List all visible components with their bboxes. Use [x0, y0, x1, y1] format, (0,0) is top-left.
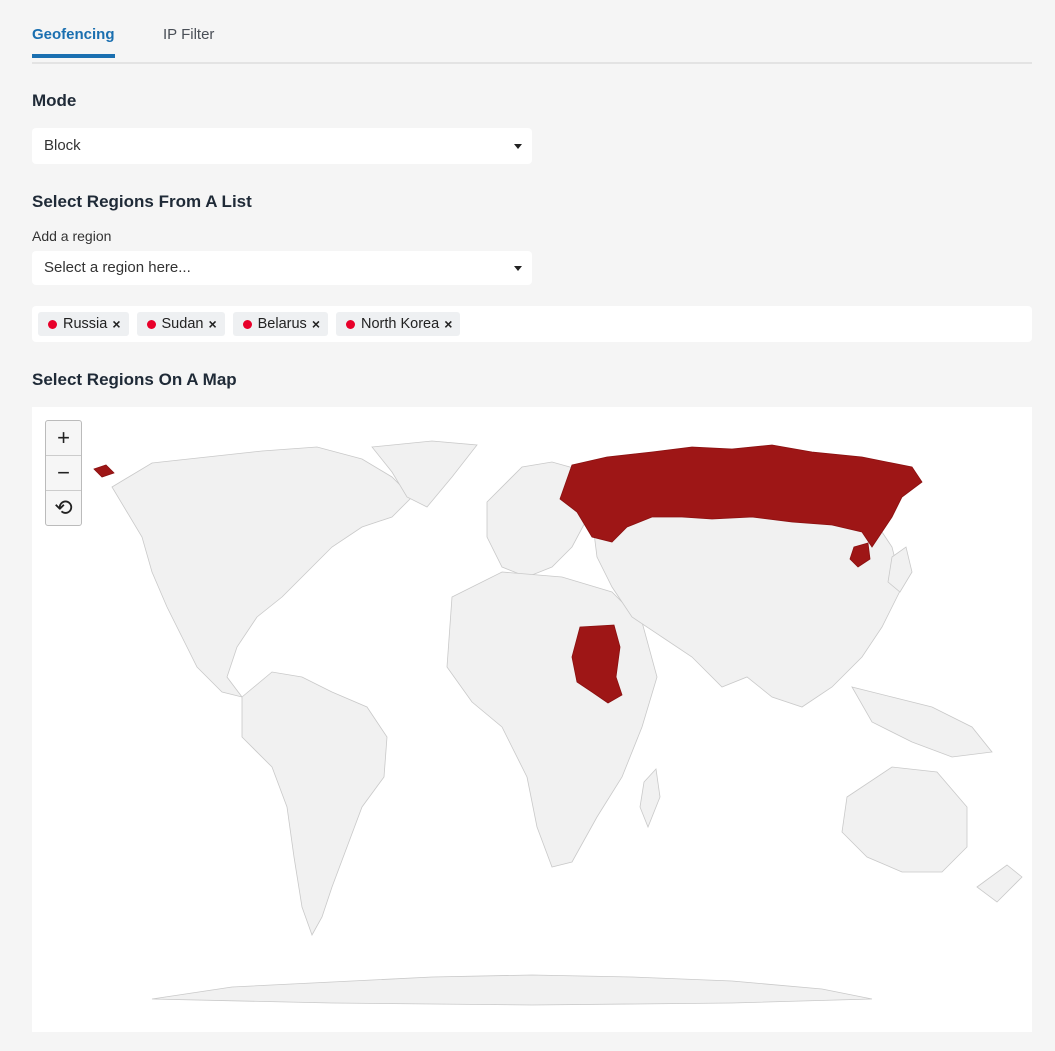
region-russia-chukotka[interactable] — [93, 464, 115, 478]
region-chip-label: Belarus — [257, 316, 307, 332]
mode-select-value: Block — [44, 137, 81, 154]
region-africa[interactable] — [446, 571, 658, 868]
region-chip-north-korea: North Korea × — [336, 312, 461, 336]
reset-icon[interactable]: ⟲ — [46, 491, 81, 525]
close-icon[interactable]: × — [312, 316, 320, 332]
region-australia[interactable] — [841, 766, 968, 873]
region-madagascar[interactable] — [639, 768, 661, 829]
region-chip-russia: Russia × — [38, 312, 129, 336]
region-south-america[interactable] — [241, 671, 388, 936]
region-select[interactable]: Select a region here... — [32, 251, 532, 285]
region-dot-icon — [146, 319, 156, 329]
chevron-down-icon — [514, 144, 522, 149]
map-zoom-controls: + − ⟲ — [45, 420, 82, 526]
region-select-placeholder: Select a region here... — [44, 259, 191, 276]
tab-ip-filter[interactable]: IP Filter — [163, 26, 214, 43]
zoom-out-icon[interactable]: − — [46, 456, 81, 491]
map-section-heading: Select Regions On A Map — [32, 370, 237, 389]
close-icon[interactable]: × — [112, 316, 120, 332]
world-map[interactable]: + − ⟲ — [32, 407, 1032, 1032]
region-dot-icon — [346, 319, 355, 329]
world-map-svg[interactable] — [32, 407, 1032, 1032]
add-region-label: Add a region — [32, 228, 112, 244]
selected-regions: Russia × Sudan × Belarus × North Korea × — [32, 306, 1032, 342]
region-southeast-asia[interactable] — [851, 686, 993, 758]
region-chip-label: North Korea — [361, 316, 440, 332]
region-new-zealand[interactable] — [976, 864, 1023, 903]
tab-bar: Geofencing IP Filter — [32, 0, 1032, 64]
region-antarctica[interactable] — [151, 974, 873, 1006]
tab-geofencing[interactable]: Geofencing — [32, 26, 115, 58]
list-section-heading: Select Regions From A List — [32, 192, 252, 211]
mode-heading: Mode — [32, 91, 77, 110]
close-icon[interactable]: × — [444, 316, 452, 332]
region-chip-belarus: Belarus × — [232, 312, 328, 336]
region-north-america[interactable] — [111, 446, 413, 698]
region-chip-sudan: Sudan × — [136, 312, 225, 336]
region-chip-label: Russia — [63, 316, 108, 332]
chevron-down-icon — [514, 266, 522, 271]
close-icon[interactable]: × — [208, 316, 216, 332]
region-chip-label: Sudan — [161, 316, 204, 332]
zoom-in-icon[interactable]: + — [46, 421, 81, 456]
region-dot-icon — [48, 319, 57, 329]
mode-select[interactable]: Block — [32, 128, 532, 164]
region-dot-icon — [242, 319, 252, 329]
